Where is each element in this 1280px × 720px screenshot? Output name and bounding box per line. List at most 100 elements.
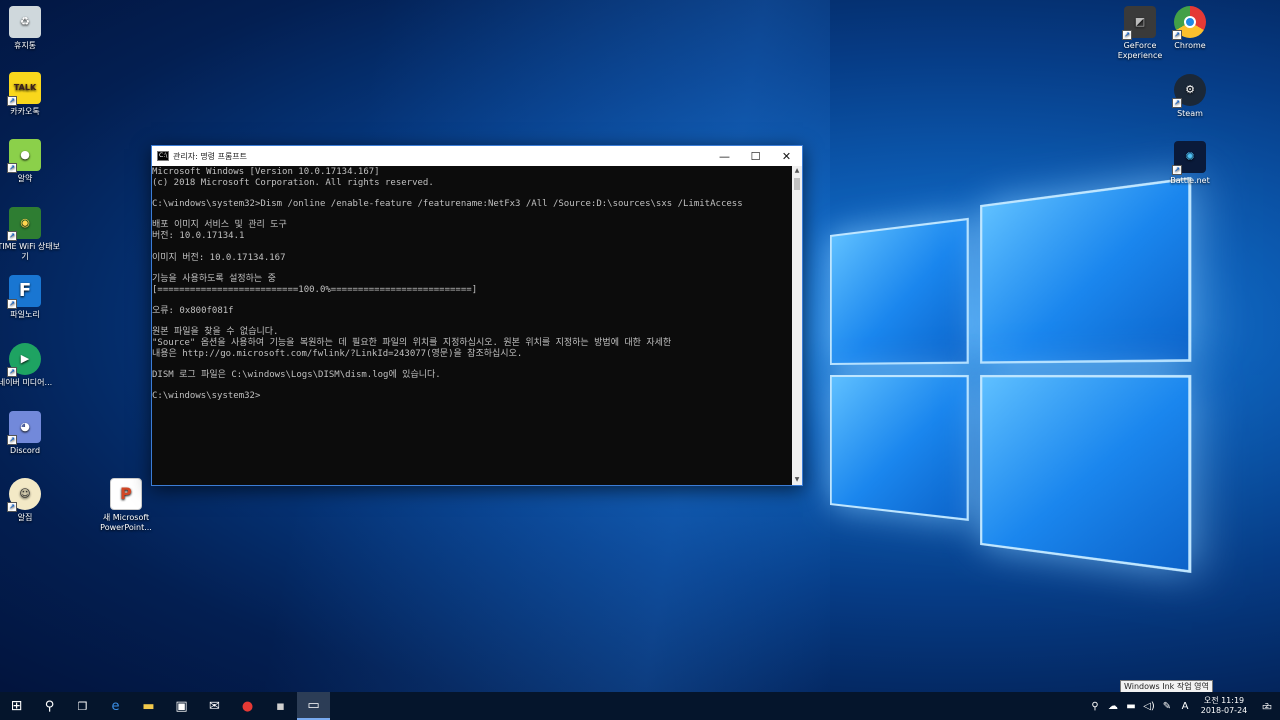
window-title-bar[interactable]: C:\ 관리자: 명령 프롬프트 — ☐ ✕ [152, 146, 802, 166]
minimize-button[interactable]: — [709, 146, 740, 166]
console-line: C:\windows\system32> [152, 391, 261, 402]
console-line: C:\windows\system32>Dism /online /enable… [152, 199, 743, 210]
console-line: Microsoft Windows [Version 10.0.17134.16… [152, 167, 380, 177]
console-line: 원본 파일을 찾을 수 없습니다. [152, 327, 279, 338]
steam-icon: ⚙ ↗ [1172, 74, 1206, 108]
taskbar-app-button[interactable]: ▬ [132, 692, 165, 720]
desktop-icon-iptime[interactable]: ◉↗ ipTIME WiFi 상태보기 [0, 207, 62, 262]
desktop-icon-recycle-bin[interactable]: ♻ 휴지통 [0, 6, 62, 51]
battlenet-icon: ✺ ↗ [1172, 141, 1206, 175]
action-center-button[interactable]: ▭ 2 [1254, 692, 1280, 720]
desktop-icon-label: 알약 [17, 174, 33, 183]
clock-time: 오전 11:19 [1203, 696, 1245, 705]
desktop-icon-label: 카카오톡 [10, 107, 40, 116]
chrome-icon: ● [241, 698, 254, 714]
geforce-icon: ◩ ↗ [1122, 6, 1156, 40]
mail-icon: ✉ [209, 698, 220, 714]
desktop-icon-battlenet[interactable]: ✺ ↗ Battle.net [1153, 141, 1227, 186]
desktop-icon-filenori[interactable]: F ↗ 파일노리 [0, 275, 62, 320]
edge-icon: e [111, 698, 120, 714]
smart-app-icon: ▪ [276, 698, 285, 714]
desktop-icon-chrome[interactable]: ↗ Chrome [1153, 6, 1227, 51]
desktop-icon-label: 네이버 미디어... [0, 378, 53, 387]
recycle-bin-icon: ♻ [9, 6, 41, 38]
taskbar-app-button[interactable]: e [99, 692, 132, 720]
tray-icon[interactable]: ✎ [1158, 701, 1176, 712]
close-button[interactable]: ✕ [771, 146, 802, 166]
tray-icon[interactable]: ☁ [1104, 701, 1122, 712]
taskbar-app-button[interactable]: ▣ [165, 692, 198, 720]
file-explorer-icon: ▬ [142, 698, 155, 714]
alzip-icon: ☺ ↗ [7, 478, 41, 512]
clock[interactable]: 오전 11:19 2018-07-24 [1194, 696, 1254, 716]
iptime-wifi-icon: ◉ ↗ [7, 207, 41, 241]
system-tray: ⚲ ☁ ▬ ◁) ✎ A 오전 11:19 2018-07-24 ▭ 2 [1086, 692, 1280, 720]
task-view-icon: ❐ [77, 699, 88, 713]
chrome-icon: ↗ [1172, 6, 1206, 40]
taskbar-app-button[interactable]: ● [231, 692, 264, 720]
desktop-icon-label: Discord [9, 446, 41, 455]
windows-logo-icon: ⊞ [10, 698, 23, 714]
vertical-scrollbar[interactable]: ▲ ▼ [792, 166, 802, 485]
tray-icon[interactable]: ◁) [1140, 701, 1158, 712]
console-line: "Source" 옵션을 사용하여 기능을 복원하는 데 필요한 파일의 위치를… [152, 338, 672, 348]
desktop-icon-powerpoint-file[interactable]: P 새 Microsoft PowerPoint... [89, 478, 163, 533]
desktop-icon-label: 휴지통 [13, 41, 37, 50]
window-title: 관리자: 명령 프롬프트 [173, 151, 248, 161]
notification-icon: ▭ 2 [1261, 699, 1273, 713]
search-button[interactable]: ⚲ [33, 692, 66, 720]
desktop-icon-label: 알집 [17, 513, 33, 522]
taskbar-app-button[interactable]: ▭ [297, 692, 330, 720]
desktop-icon-kakaotalk[interactable]: TALK ↗ 카카오톡 [0, 72, 62, 117]
console-line: 배포 이미지 서비스 및 관리 도구 [152, 220, 287, 231]
scroll-thumb[interactable] [794, 178, 800, 190]
alyac-icon: ● ↗ [7, 139, 41, 173]
taskbar-app-button[interactable]: ✉ [198, 692, 231, 720]
command-prompt-icon: ▭ [307, 697, 320, 713]
desktop-icon-discord[interactable]: ◕ ↗ Discord [0, 411, 62, 456]
maximize-button[interactable]: ☐ [740, 146, 771, 166]
console-line: 버전: 10.0.17134.1 [152, 231, 245, 242]
console-output[interactable]: Microsoft Windows [Version 10.0.17134.16… [152, 166, 792, 485]
filenori-icon: F ↗ [7, 275, 41, 309]
taskbar: ⊞ ⚲ ❐ e ▬ ▣ ✉ ● ▪ ▭ ⚲ ☁ ▬ ◁) ✎ A 오전 11:19 2018-07-2… [0, 692, 1280, 720]
task-view-button[interactable]: ❐ [66, 692, 99, 720]
scroll-down-arrow-icon[interactable]: ▼ [792, 475, 802, 485]
console-line: 오류: 0x800f081f [152, 305, 234, 316]
desktop-icon-label: Steam [1177, 109, 1203, 118]
kakaotalk-icon: TALK ↗ [7, 72, 41, 106]
wallpaper-windows-logo [830, 176, 1199, 574]
console-line: 내용은 http://go.microsoft.com/fwlink/?Link… [152, 348, 523, 359]
desktop-icon-alyac[interactable]: ● ↗ 알약 [0, 139, 62, 184]
tray-icon[interactable]: ⚲ [1086, 701, 1104, 712]
tray-icon[interactable]: A [1176, 701, 1194, 712]
discord-icon: ◕ ↗ [7, 411, 41, 445]
taskbar-app-button[interactable]: ▪ [264, 692, 297, 720]
notification-count: 2 [1264, 701, 1270, 710]
desktop-icon-steam[interactable]: ⚙ ↗ Steam [1153, 74, 1227, 119]
powerpoint-file-icon: P [110, 478, 142, 510]
search-icon: ⚲ [44, 698, 55, 714]
desktop-icon-label: 새 Microsoft PowerPoint... [100, 513, 152, 532]
console-line: DISM 로그 파일은 C:\windows\Logs\DISM\dism.lo… [152, 370, 441, 381]
desktop-icon-label: Battle.net [1170, 176, 1210, 185]
desktop-icon-naver-media[interactable]: ▶ ↗ 네이버 미디어... [0, 343, 62, 388]
desktop-icon-label: Chrome [1174, 41, 1206, 50]
desktop-icon-label: 파일노리 [10, 310, 40, 319]
start-button[interactable]: ⊞ [0, 692, 33, 720]
store-icon: ▣ [175, 698, 188, 714]
command-prompt-window[interactable]: C:\ 관리자: 명령 프롬프트 — ☐ ✕ Microsoft Windows… [151, 145, 803, 486]
console-line: (c) 2018 Microsoft Corporation. All righ… [152, 177, 434, 188]
desktop-icon-alzip[interactable]: ☺ ↗ 알집 [0, 478, 62, 523]
console-line: 기능을 사용하도록 설정하는 중 [152, 273, 276, 284]
console-line: [==========================100.0%=======… [152, 284, 478, 295]
tray-icon[interactable]: ▬ [1122, 701, 1140, 712]
scroll-up-arrow-icon[interactable]: ▲ [792, 166, 802, 176]
